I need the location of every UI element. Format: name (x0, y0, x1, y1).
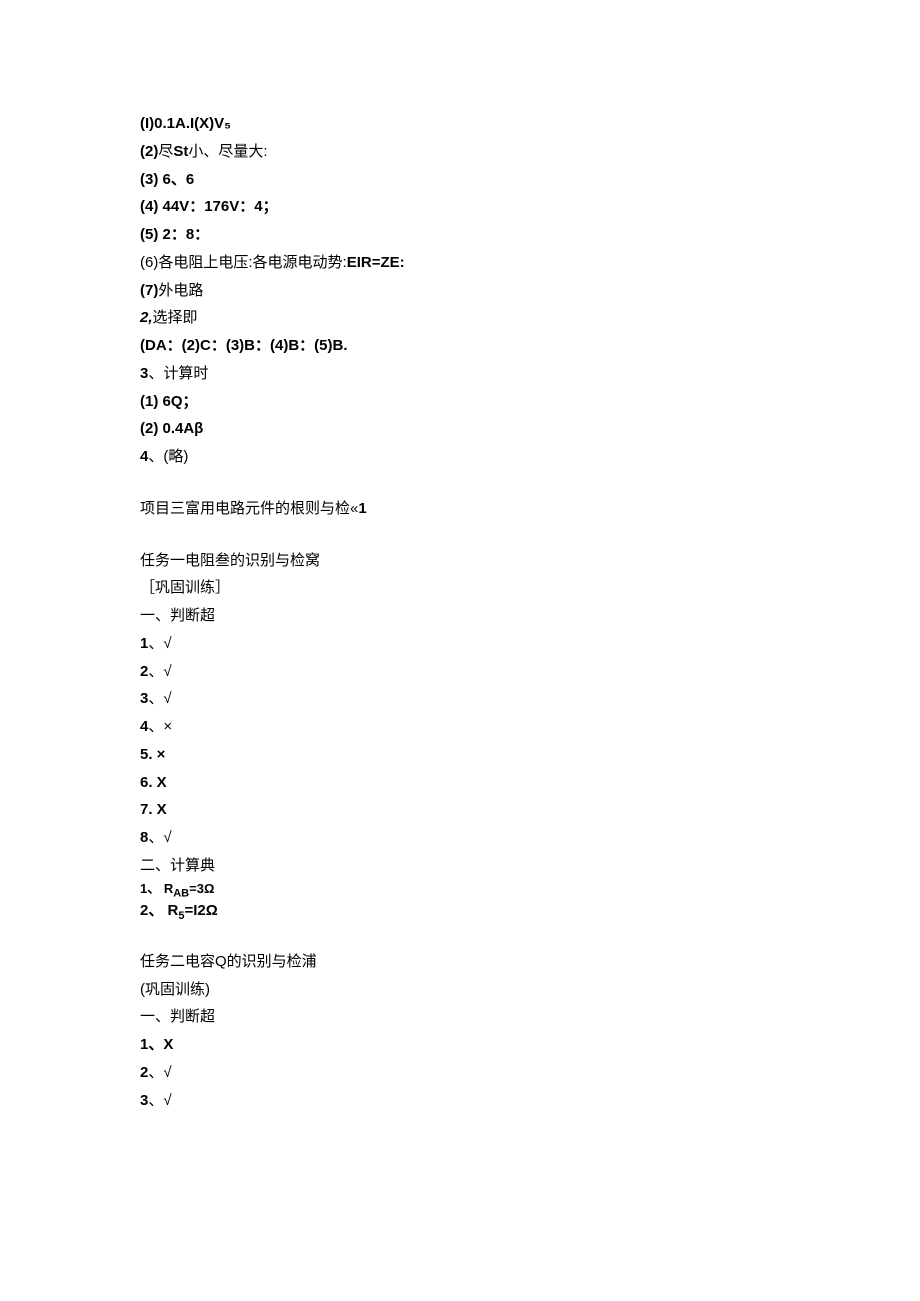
line-13: 4、(略) (140, 443, 790, 471)
judge2-3-val: 、√ (148, 1092, 171, 1109)
line-10-text: 、计算时 (148, 365, 208, 382)
calc-1-a: 1、 R (140, 881, 173, 896)
task-2-title: 任务二电容Q的识别与检浦 (140, 948, 790, 976)
calc-1-b: =3Ω (189, 881, 214, 896)
project-3-title-a: 项目三富用电路元件的根则与检« (140, 500, 358, 517)
task-2-subtitle: (巩固训练) (140, 976, 790, 1004)
line-6-eq: EIR=ZE: (347, 254, 405, 271)
task-1-block: 任务一电阻叁的识别与检窝 ［巩固训练］ 一、判断超 1、√ 2、√ 3、√ 4、… (140, 547, 790, 924)
calc-2-a: 2、 R (140, 902, 178, 919)
judge2-1-val: 、X (148, 1036, 173, 1053)
judge-8: 8、√ (140, 824, 790, 852)
judge2-1: 1、X (140, 1031, 790, 1059)
line-3: (3) 6、6 (140, 166, 790, 194)
line-11: (1) 6Q； (140, 388, 790, 416)
line-8-text: 选择即 (153, 309, 198, 326)
task-1-title: 任务一电阻叁的识别与检窝 (140, 547, 790, 575)
line-2-t1: 尽 (158, 143, 173, 160)
line-12: (2) 0.4Aβ (140, 415, 790, 443)
line-6-prefix: (6) (140, 254, 158, 271)
answer-block-1: (I)0.1A.I(X)V₅ (2)尽St小、尽量大: (3) 6、6 (4) … (140, 110, 790, 471)
line-8-prefix: 2, (140, 309, 153, 326)
line-9: (DA：(2)C：(3)B：(4)B：(5)B. (140, 332, 790, 360)
task-1-heading-calc: 二、计算典 (140, 852, 790, 880)
judge-2: 2、√ (140, 658, 790, 686)
line-5: (5) 2：8： (140, 221, 790, 249)
judge-4: 4、× (140, 713, 790, 741)
judge-4-val: 、× (148, 718, 172, 735)
judge-3: 3、√ (140, 685, 790, 713)
line-7: (7)外电路 (140, 277, 790, 305)
project-3-heading: 项目三富用电路元件的根则与检«1 (140, 495, 790, 523)
line-6-mid: 各电阻上电压:各电源电动势: (158, 254, 346, 271)
line-2: (2)尽St小、尽量大: (140, 138, 790, 166)
line-7-prefix: (7) (140, 282, 158, 299)
judge2-3: 3、√ (140, 1087, 790, 1115)
project-3-title-b: 1 (358, 500, 366, 517)
judge-1-val: 、√ (148, 635, 171, 652)
line-2-prefix: (2) (140, 143, 158, 160)
calc-1: 1、 RAB=3Ω (140, 880, 790, 901)
judge-7: 7. X (140, 796, 790, 824)
task-2-heading-judge: 一、判断超 (140, 1003, 790, 1031)
spacer-3 (140, 924, 790, 948)
line-6: (6)各电阻上电压:各电源电动势:EIR=ZE: (140, 249, 790, 277)
judge2-2: 2、√ (140, 1059, 790, 1087)
judge-1: 1、√ (140, 630, 790, 658)
line-1: (I)0.1A.I(X)V₅ (140, 110, 790, 138)
task-2-block: 任务二电容Q的识别与检浦 (巩固训练) 一、判断超 1、X 2、√ 3、√ (140, 948, 790, 1115)
line-2-t3: 小、尽量大: (188, 143, 267, 160)
project-3-title: 项目三富用电路元件的根则与检«1 (140, 495, 790, 523)
line-2-t2: St (173, 143, 188, 160)
task-1-subtitle: ［巩固训练］ (140, 574, 790, 602)
spacer-1 (140, 471, 790, 495)
calc-1-sub: AB (173, 887, 189, 899)
task-1-heading-judge: 一、判断超 (140, 602, 790, 630)
judge-8-val: 、√ (148, 829, 171, 846)
judge-2-val: 、√ (148, 663, 171, 680)
line-13-text: 、(略) (148, 448, 188, 465)
judge-5: 5. × (140, 741, 790, 769)
line-8: 2,选择即 (140, 304, 790, 332)
line-10: 3、计算时 (140, 360, 790, 388)
judge-6: 6. X (140, 769, 790, 797)
judge2-2-val: 、√ (148, 1064, 171, 1081)
line-4: (4) 44V：176V：4； (140, 193, 790, 221)
calc-2-b: =I2Ω (184, 902, 217, 919)
line-7-text: 外电路 (158, 282, 203, 299)
calc-2: 2、 R5=I2Ω (140, 901, 790, 924)
judge-3-val: 、√ (148, 690, 171, 707)
spacer-2 (140, 523, 790, 547)
